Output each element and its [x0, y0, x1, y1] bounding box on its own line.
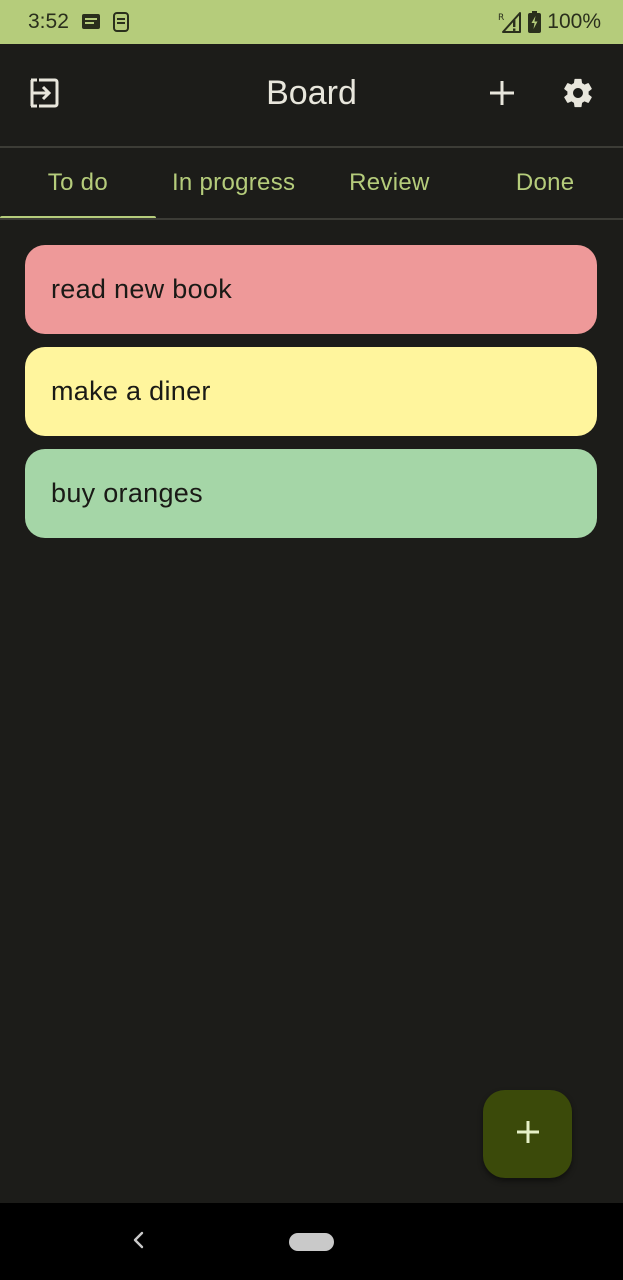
add-board-button[interactable]	[479, 72, 525, 118]
task-card[interactable]: make a diner	[25, 347, 597, 436]
system-nav-bar	[0, 1203, 623, 1280]
settings-button[interactable]	[555, 72, 601, 118]
status-bar: 3:52 R 100%	[0, 0, 623, 44]
page-title: Board	[266, 74, 357, 112]
status-tabs: To do In progress Review Done	[0, 148, 623, 220]
nav-home-pill[interactable]	[289, 1233, 334, 1251]
tab-review[interactable]: Review	[312, 148, 468, 218]
chevron-left-icon	[131, 1230, 145, 1255]
sim-icon	[112, 12, 129, 32]
tab-to-do[interactable]: To do	[0, 148, 156, 220]
add-icon	[515, 1119, 541, 1150]
app-bar: Board	[0, 44, 623, 146]
task-title: buy oranges	[51, 478, 203, 508]
gear-icon	[561, 76, 595, 115]
nav-back-button[interactable]	[126, 1229, 150, 1255]
task-title: make a diner	[51, 376, 211, 406]
status-right: R 100%	[498, 10, 601, 34]
task-card[interactable]: buy oranges	[25, 449, 597, 538]
tab-label: In progress	[171, 169, 296, 196]
tab-label: To do	[47, 169, 108, 196]
message-icon	[81, 13, 101, 31]
signal-roaming-icon: R	[498, 11, 522, 33]
battery-charging-icon	[528, 11, 542, 33]
task-title: read new book	[51, 274, 233, 304]
battery-percent: 100%	[547, 10, 601, 33]
status-time: 3:52	[28, 10, 69, 33]
svg-text:R: R	[498, 13, 504, 23]
tab-label: Done	[515, 169, 575, 196]
status-left: 3:52	[28, 10, 129, 34]
tab-done[interactable]: Done	[467, 148, 623, 218]
add-task-fab[interactable]	[483, 1090, 572, 1178]
add-icon	[488, 79, 516, 112]
task-card[interactable]: read new book	[25, 245, 597, 334]
board-screen: 3:52 R 100% Board To do In progress Revi…	[0, 0, 623, 1280]
tabs-divider	[0, 218, 623, 220]
tab-in-progress[interactable]: In progress	[156, 148, 312, 218]
task-list: read new book make a diner buy oranges	[25, 245, 597, 551]
tab-label: Review	[349, 169, 430, 196]
